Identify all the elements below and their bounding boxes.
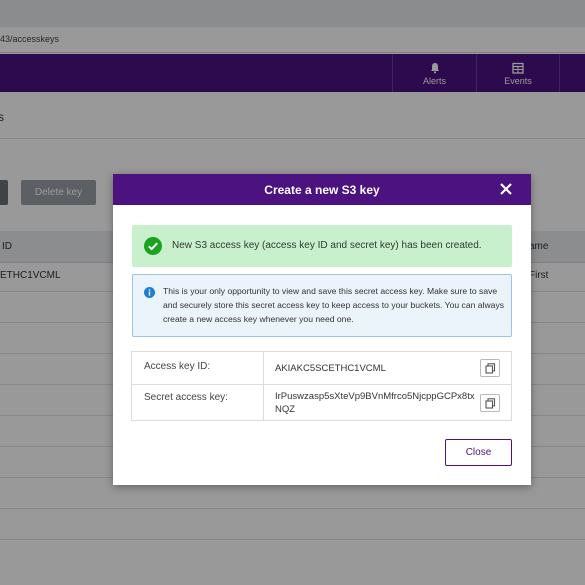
access-key-row: Access key ID: AKIAKC5SCETHC1VCML bbox=[132, 352, 511, 385]
info-message: This is your only opportunity to view an… bbox=[163, 286, 505, 324]
access-key-value[interactable]: AKIAKC5SCETHC1VCML bbox=[275, 362, 386, 375]
info-icon bbox=[144, 287, 155, 298]
success-alert: New S3 access key (access key ID and sec… bbox=[132, 225, 512, 267]
check-circle-icon bbox=[144, 237, 162, 255]
secret-key-value[interactable]: IrPuswzasp5sXteVp9BVnMfrco5NjcppGCPx8txN… bbox=[275, 390, 475, 416]
dialog-header: Create a new S3 key bbox=[113, 174, 531, 205]
copy-access-key-button[interactable] bbox=[480, 359, 500, 377]
info-alert: This is your only opportunity to view an… bbox=[132, 274, 512, 337]
key-details-table: Access key ID: AKIAKC5SCETHC1VCML Secret… bbox=[131, 351, 512, 421]
create-s3-key-dialog: Create a new S3 key New S3 access key (a… bbox=[113, 174, 531, 485]
copy-icon bbox=[485, 398, 496, 409]
copy-secret-key-button[interactable] bbox=[480, 394, 500, 412]
dialog-title: Create a new S3 key bbox=[264, 183, 380, 197]
close-icon[interactable] bbox=[499, 182, 513, 196]
secret-key-label: Secret access key: bbox=[144, 392, 228, 403]
copy-icon bbox=[485, 363, 496, 374]
secret-key-row: Secret access key: IrPuswzasp5sXteVp9BVn… bbox=[132, 385, 511, 420]
access-key-label: Access key ID: bbox=[144, 361, 211, 372]
success-message: New S3 access key (access key ID and sec… bbox=[172, 240, 482, 251]
close-button[interactable]: Close bbox=[445, 439, 512, 466]
